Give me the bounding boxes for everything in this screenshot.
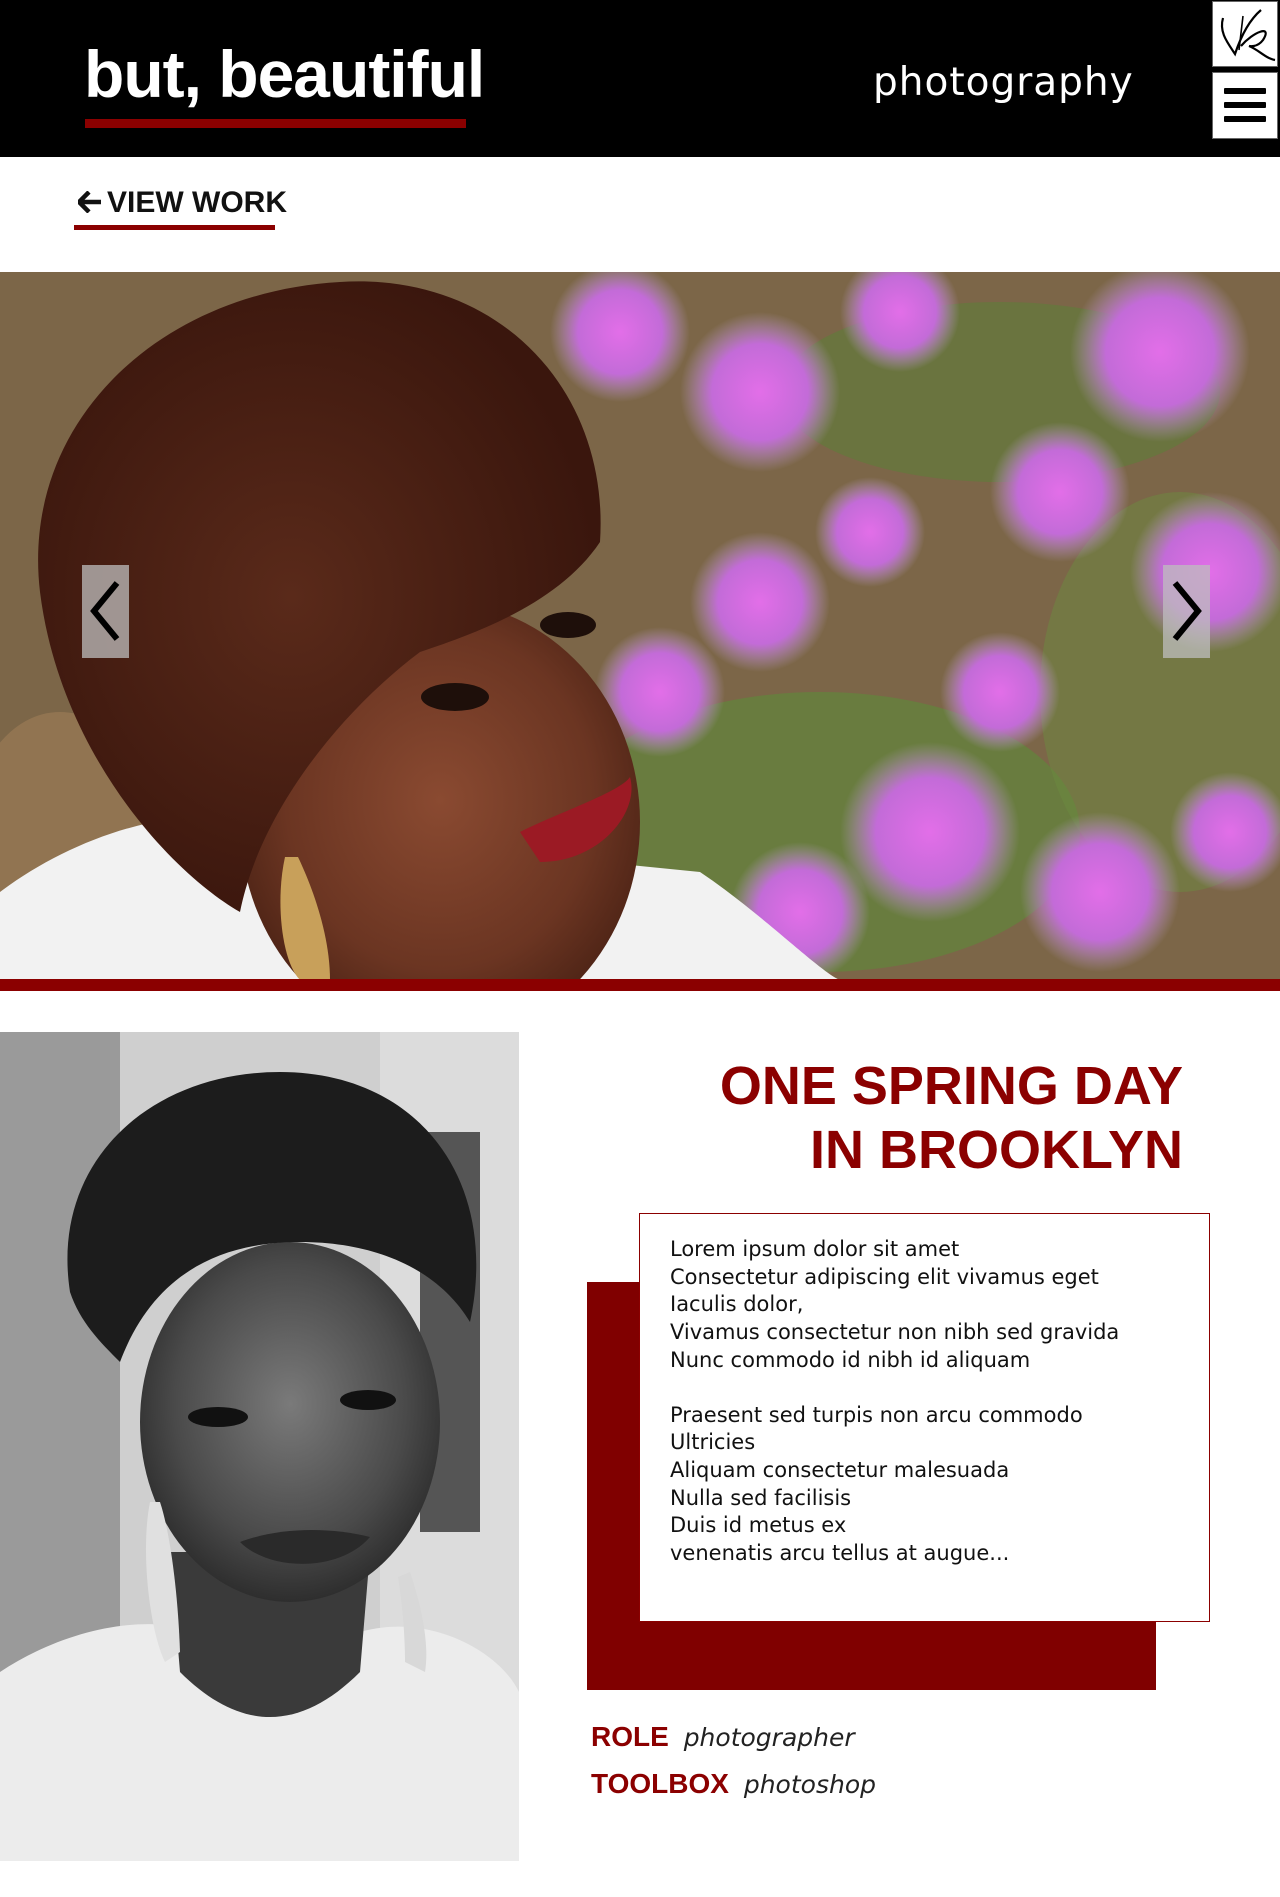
description-line: Ultricies [670,1430,756,1455]
site-tagline: photography [873,60,1134,105]
project-toolbox: TOOLBOX photoshop [591,1767,876,1800]
carousel-next-button[interactable] [1163,565,1210,658]
project-description-card: Lorem ipsum dolor sit amet Consectetur a… [639,1213,1210,1622]
arrow-left-icon [75,190,102,217]
site-header: but, beautiful photography [0,0,1280,157]
view-work-label: VIEW WORK [107,186,287,219]
description-line: Vivamus consectetur non nibh sed gravida [670,1320,1120,1345]
description-line: Consectetur adipiscing elit vivamus eget [670,1264,1099,1289]
toolbox-label: TOOLBOX [591,1768,729,1799]
role-value: photographer [683,1723,855,1752]
hero-divider [0,979,1280,991]
chevron-left-icon [90,581,120,641]
view-work-underline [74,225,275,230]
brand-name[interactable]: but, beautiful [84,34,485,114]
toolbox-value: photoshop [743,1770,876,1799]
description-line: Praesent sed turpis non arcu commodo [670,1402,1083,1427]
description-paragraph-1: Lorem ipsum dolor sit amet Consectetur a… [670,1236,1179,1375]
role-label: ROLE [591,1721,669,1752]
description-line: Aliquam consectetur malesuada [670,1457,1010,1482]
description-line: Nunc commodo id nibh id aliquam [670,1347,1031,1372]
hero-photo [0,272,1280,980]
description-line: Duis id metus ex [670,1513,847,1538]
brand-underline [85,119,466,128]
project-title-line-1: ONE SPRING DAY [719,1056,1183,1116]
project-title-line-2: IN BROOKLYN [809,1120,1183,1180]
description-line: Lorem ipsum dolor sit amet [670,1237,960,1261]
hamburger-menu-icon[interactable] [1212,72,1278,139]
description-line: Iaculis dolor, [670,1292,804,1317]
project-title: ONE SPRING DAY IN BROOKLYN [623,1054,1183,1182]
project-role: ROLE photographer [591,1720,855,1753]
portrait-photo-bw [0,1032,519,1861]
description-line: Nulla sed facilisis [670,1485,852,1510]
chevron-right-icon [1172,581,1202,641]
description-line: venenatis arcu tellus at augue... [670,1541,1010,1566]
carousel-prev-button[interactable] [82,565,129,658]
description-paragraph-2: Praesent sed turpis non arcu commodo Ult… [670,1402,1179,1568]
signature-logo-icon[interactable] [1212,1,1278,67]
